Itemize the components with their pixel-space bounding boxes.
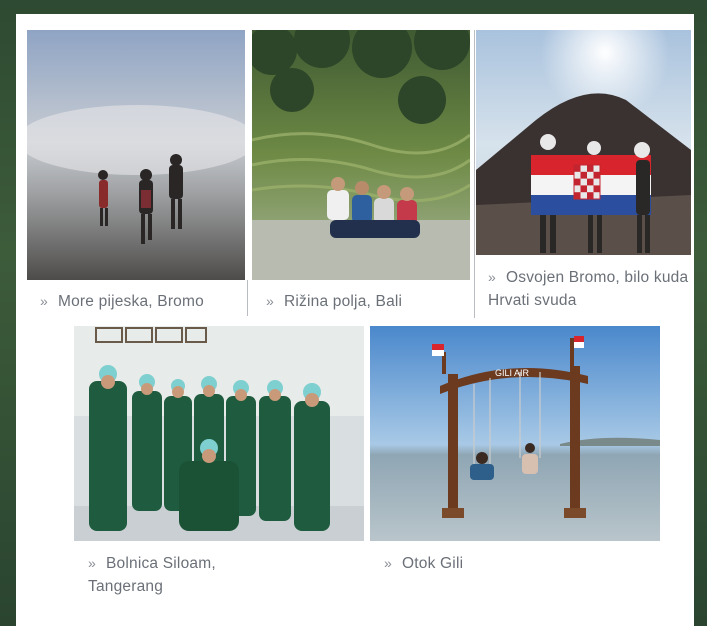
caption-bullet: » [384, 555, 392, 571]
caption-bullet: » [40, 293, 48, 309]
photo-bromo-flag [476, 30, 691, 255]
caption-hospital: » Bolnica Siloam, Tangerang [88, 552, 328, 598]
divider [474, 30, 475, 318]
caption-bullet: » [88, 555, 96, 571]
document-page: » More pijeska, Bromo » Rižina polja, Ba… [16, 14, 694, 626]
caption-gili: » Otok Gili [384, 552, 463, 575]
caption-bullet: » [266, 293, 274, 309]
caption-text-line2: Tangerang [88, 578, 164, 595]
caption-text: More pijeska, Bromo [58, 293, 204, 310]
divider [247, 280, 248, 316]
photo-gili: GILI AIR [370, 326, 660, 541]
caption-bullet: » [488, 269, 496, 285]
caption-rice-fields: » Rižina polja, Bali [266, 290, 402, 313]
caption-bromo-flag: » Osvojen Bromo, bilo kuda Hrvati svuda [488, 266, 693, 312]
caption-text: Osvojen Bromo, bilo kuda Hrvati svuda [488, 269, 689, 309]
caption-text: Otok Gili [402, 555, 464, 572]
caption-text-line1: Bolnica Siloam, [106, 555, 216, 572]
photo-rice-fields [252, 30, 470, 280]
caption-text: Rižina polja, Bali [284, 293, 403, 310]
caption-bromo-sand: » More pijeska, Bromo [40, 290, 204, 313]
photo-hospital [74, 326, 364, 541]
photo-bromo-sand [27, 30, 245, 280]
gili-sign-text: GILI AIR [495, 368, 530, 378]
